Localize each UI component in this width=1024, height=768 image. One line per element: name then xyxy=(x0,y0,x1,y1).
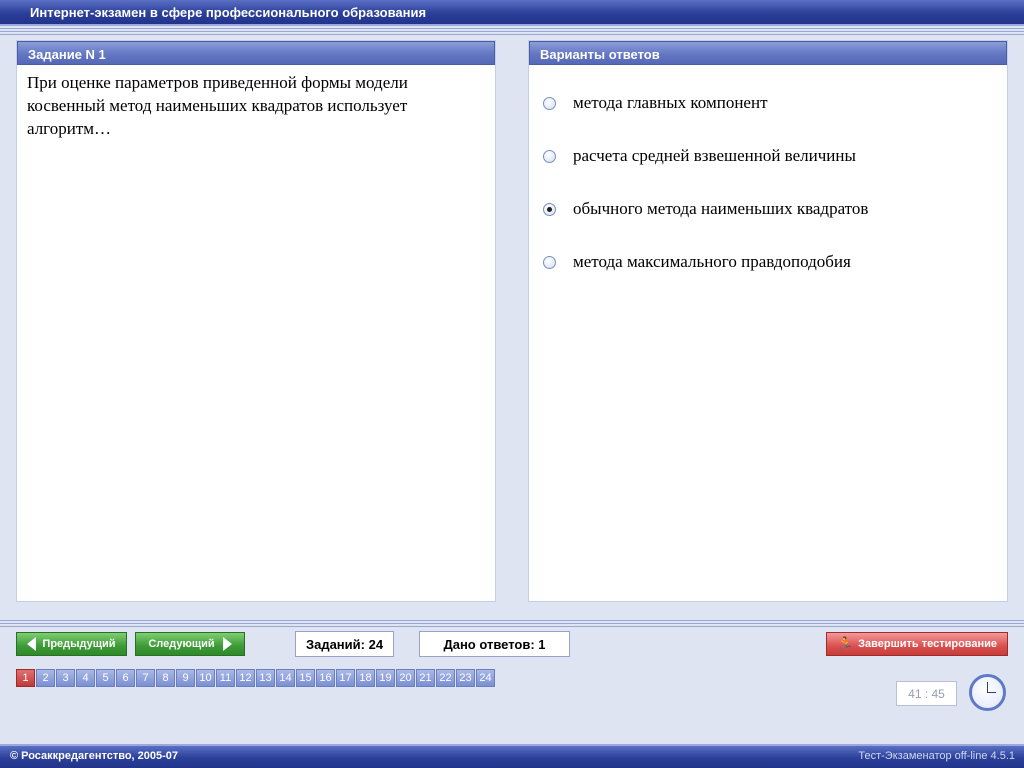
page-button-21[interactable]: 21 xyxy=(416,669,435,687)
question-panel: Задание N 1 При оценке параметров привед… xyxy=(16,40,496,602)
page-button-12[interactable]: 12 xyxy=(236,669,255,687)
running-man-icon: 🏃 xyxy=(836,636,854,651)
page-button-18[interactable]: 18 xyxy=(356,669,375,687)
page-button-3[interactable]: 3 xyxy=(56,669,75,687)
question-text: При оценке параметров приведенной формы … xyxy=(27,73,408,138)
page-button-11[interactable]: 11 xyxy=(216,669,235,687)
answers-panel-header: Варианты ответов xyxy=(529,41,1007,65)
page-button-5[interactable]: 5 xyxy=(96,669,115,687)
next-button[interactable]: Следующий xyxy=(135,632,245,656)
finish-test-label: Завершить тестирование xyxy=(858,638,998,650)
page-button-24[interactable]: 24 xyxy=(476,669,495,687)
clock-hour-hand xyxy=(987,692,996,693)
answer-option-label: метода максимального правдоподобия xyxy=(573,252,851,271)
prev-button[interactable]: Предыдущий xyxy=(16,632,127,656)
answers-panel: Варианты ответов метода главных компонен… xyxy=(528,40,1008,602)
status-footer: © Росаккредагентство, 2005-07 Тест-Экзам… xyxy=(0,744,1024,768)
page-button-14[interactable]: 14 xyxy=(276,669,295,687)
next-button-label: Следующий xyxy=(148,638,215,650)
radio-button[interactable] xyxy=(543,149,556,163)
page-button-6[interactable]: 6 xyxy=(116,669,135,687)
page-button-1[interactable]: 1 xyxy=(16,669,35,687)
question-pager: 1 2 3 4 5 6 7 8 9 10 11 12 13 14 15 16 17 18 19 20 21 22 23 24 xyxy=(16,669,496,687)
radio-button[interactable] xyxy=(543,96,556,110)
page-button-16[interactable]: 16 xyxy=(316,669,335,687)
decor-stripes-bottom xyxy=(0,620,1024,628)
arrow-right-icon xyxy=(222,637,232,651)
page-button-15[interactable]: 15 xyxy=(296,669,315,687)
copyright-text: © Росаккредагентство, 2005-07 xyxy=(10,750,179,762)
decor-stripes-top xyxy=(0,28,1024,36)
page-button-19[interactable]: 19 xyxy=(376,669,395,687)
tasks-count: Заданий: 24 xyxy=(295,631,394,657)
clock-icon xyxy=(969,674,1006,711)
page-button-8[interactable]: 8 xyxy=(156,669,175,687)
answer-option[interactable]: расчета средней взвешенной величины xyxy=(543,144,856,168)
answer-option[interactable]: метода максимального правдоподобия xyxy=(543,250,851,274)
prev-button-label: Предыдущий xyxy=(42,638,116,650)
page-button-20[interactable]: 20 xyxy=(396,669,415,687)
answered-count: Дано ответов: 1 xyxy=(419,631,570,657)
page-button-9[interactable]: 9 xyxy=(176,669,195,687)
answer-option-label: метода главных компонент xyxy=(573,93,768,112)
arrow-left-icon xyxy=(27,637,37,651)
radio-button[interactable] xyxy=(543,202,556,216)
page-button-17[interactable]: 17 xyxy=(336,669,355,687)
answer-option[interactable]: метода главных компонент xyxy=(543,91,768,115)
page-button-2[interactable]: 2 xyxy=(36,669,55,687)
page-button-4[interactable]: 4 xyxy=(76,669,95,687)
window-title: Интернет-экзамен в сфере профессионально… xyxy=(30,5,427,20)
page-button-13[interactable]: 13 xyxy=(256,669,275,687)
version-text: Тест-Экзаменатор off-line 4.5.1 xyxy=(858,750,1015,762)
page-button-23[interactable]: 23 xyxy=(456,669,475,687)
page-button-7[interactable]: 7 xyxy=(136,669,155,687)
question-panel-header: Задание N 1 xyxy=(17,41,495,65)
radio-button[interactable] xyxy=(543,255,556,269)
window-titlebar: Интернет-экзамен в сфере профессионально… xyxy=(0,0,1024,26)
finish-test-button[interactable]: 🏃 Завершить тестирование xyxy=(826,632,1008,656)
page-button-10[interactable]: 10 xyxy=(196,669,215,687)
page-button-22[interactable]: 22 xyxy=(436,669,455,687)
answer-option[interactable]: обычного метода наименьших квадратов xyxy=(543,197,868,221)
answer-option-label: обычного метода наименьших квадратов xyxy=(573,199,869,218)
answer-option-label: расчета средней взвешенной величины xyxy=(573,146,856,165)
timer-display: 41 : 45 xyxy=(896,681,957,706)
